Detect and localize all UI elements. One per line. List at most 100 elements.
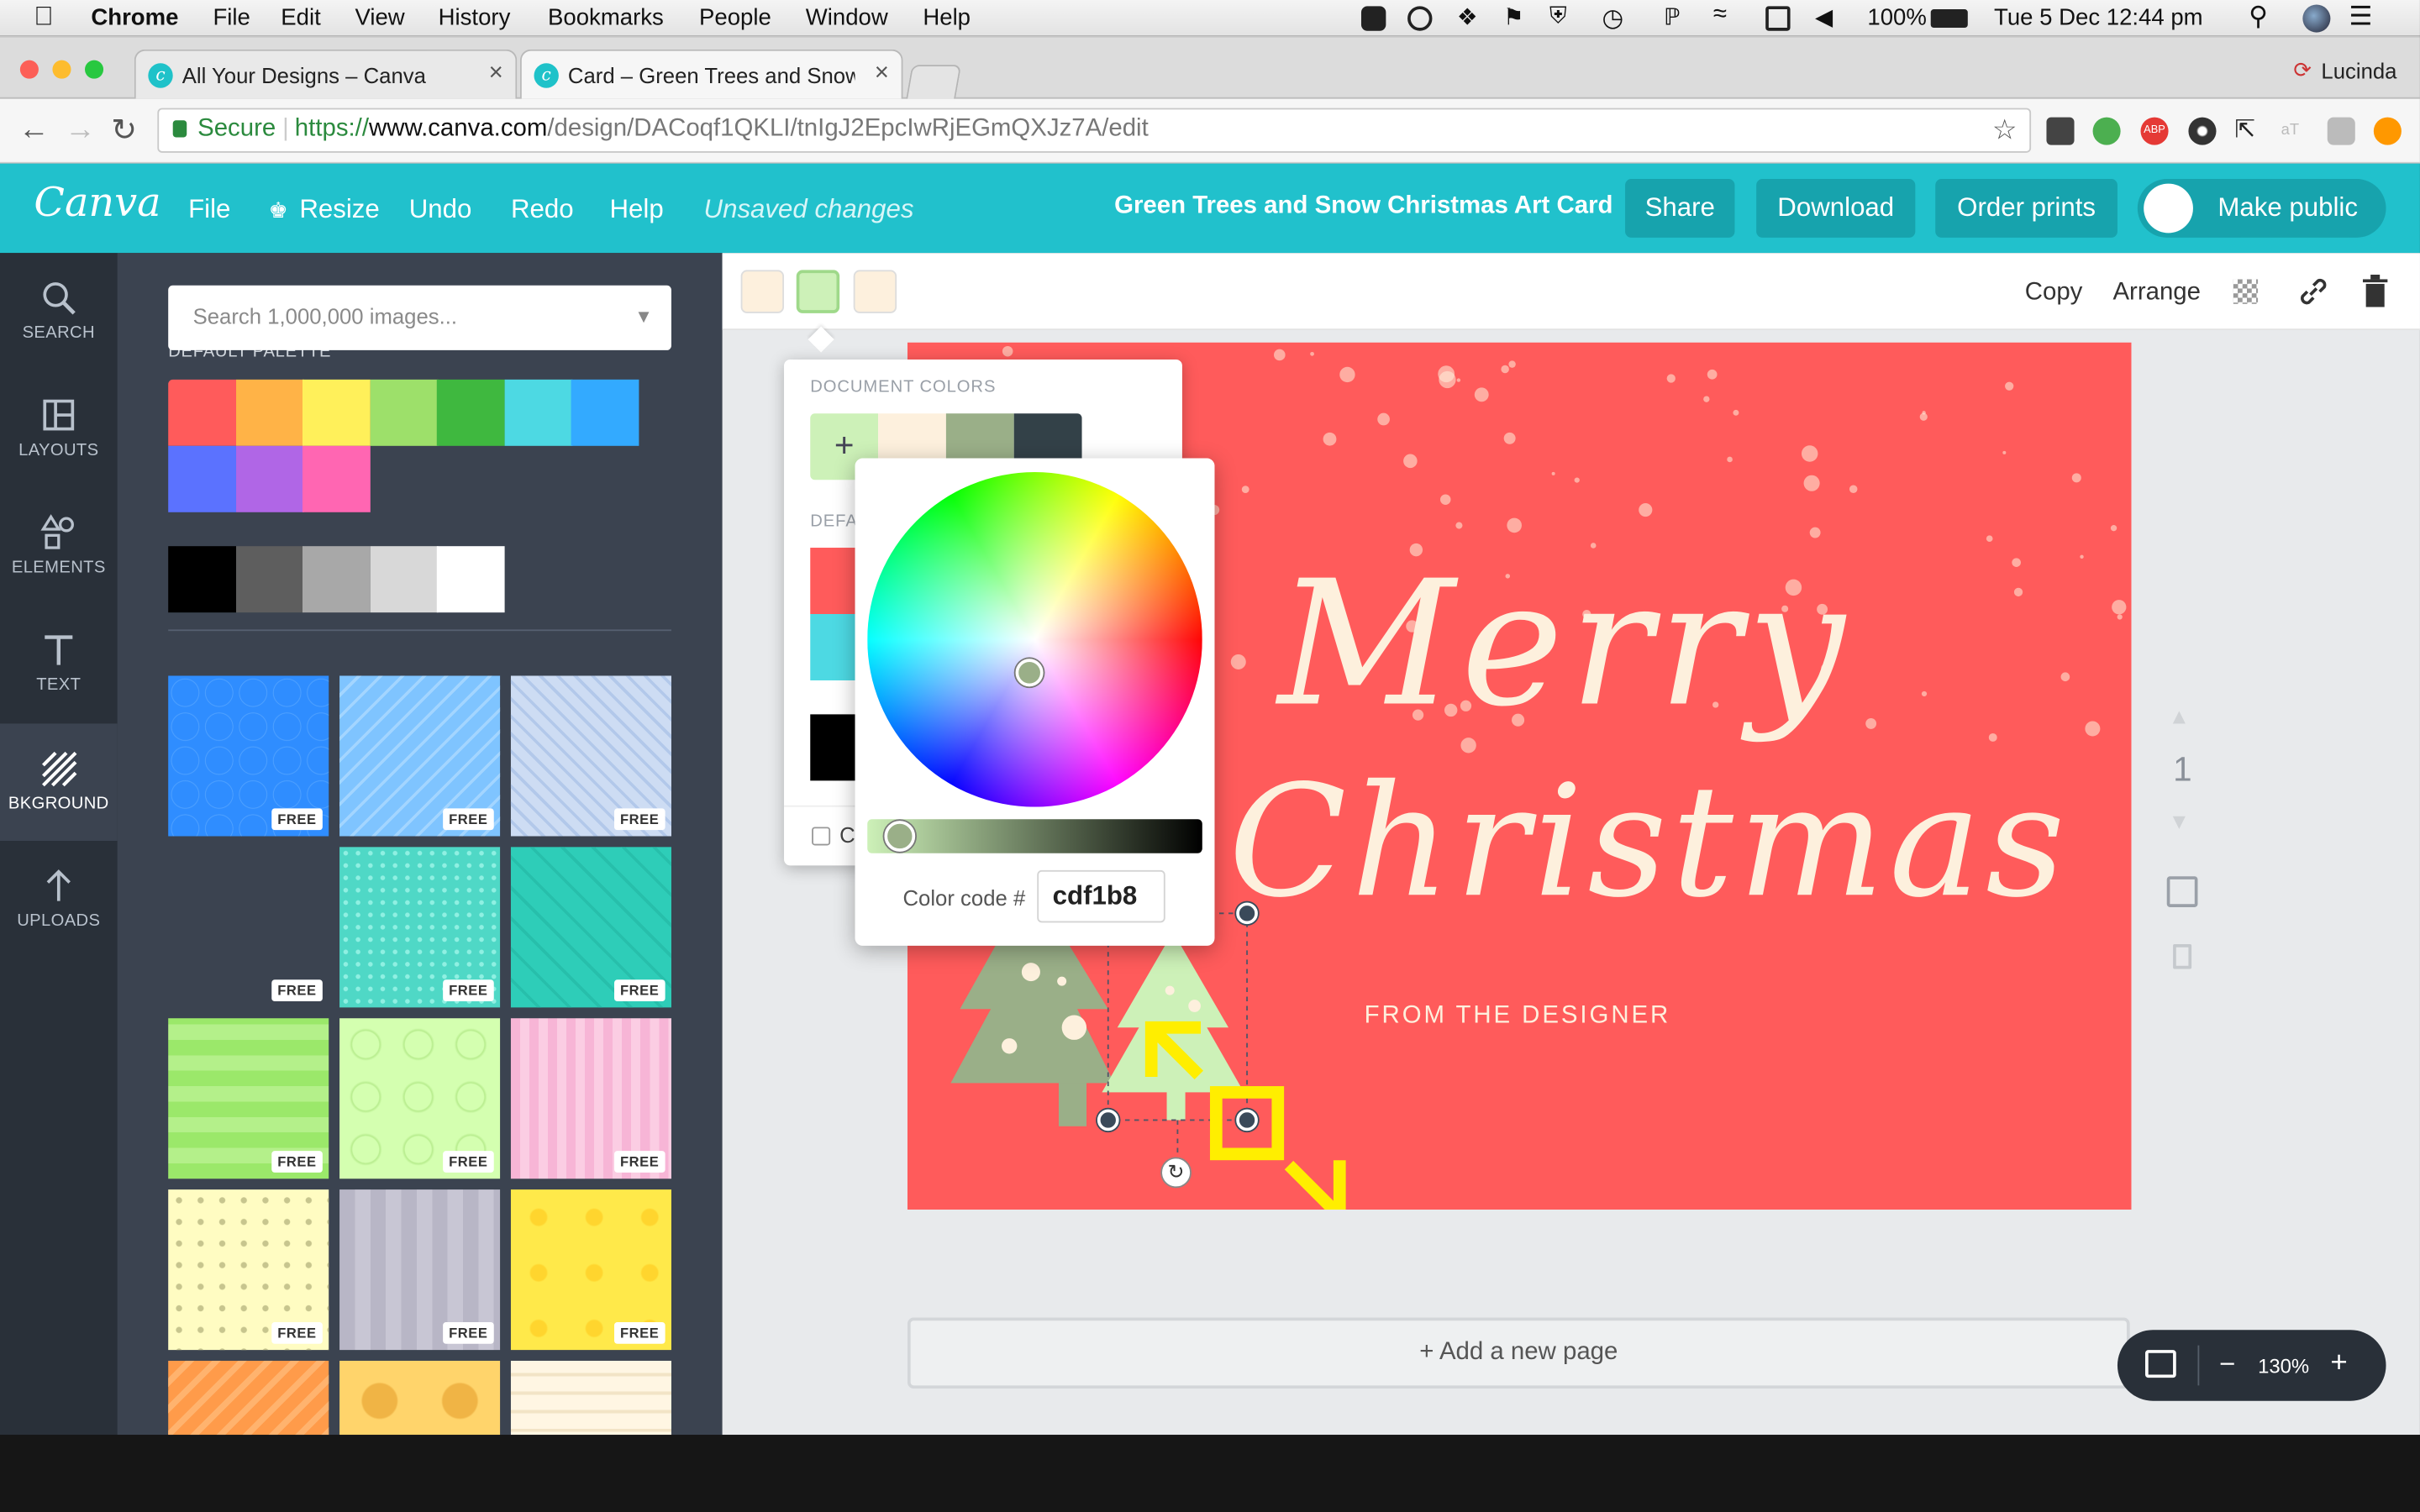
color-swatch-1[interactable] bbox=[740, 270, 785, 313]
resize-button[interactable]: Resize bbox=[299, 194, 379, 225]
chevron-down-icon[interactable]: ▼ bbox=[634, 306, 653, 328]
tab-card[interactable]: c Card – Green Trees and Snow C × bbox=[519, 49, 903, 99]
resize-handle-bottom-left[interactable] bbox=[1097, 1109, 1119, 1131]
trash-icon[interactable] bbox=[2361, 274, 2389, 308]
tab-close-icon[interactable]: × bbox=[489, 60, 503, 88]
resize-ext-icon[interactable]: ⇱ bbox=[2235, 118, 2263, 145]
page-down-icon[interactable]: ▼ bbox=[2169, 808, 2190, 832]
file-menu[interactable]: File bbox=[188, 194, 230, 225]
gray-swatch[interactable] bbox=[369, 546, 438, 613]
checkbox[interactable] bbox=[812, 827, 831, 846]
palette-swatch[interactable] bbox=[302, 445, 371, 512]
nav-uploads[interactable]: UPLOADS bbox=[0, 841, 118, 958]
new-tab-button[interactable] bbox=[906, 65, 962, 99]
image-search-input[interactable]: Search 1,000,000 images... ▼ bbox=[168, 285, 671, 350]
nav-layouts[interactable]: LAYOUTS bbox=[0, 370, 118, 488]
battery-icon[interactable] bbox=[1930, 9, 1968, 29]
background-thumb[interactable]: FREE bbox=[339, 675, 501, 837]
color-wheel[interactable] bbox=[867, 472, 1202, 807]
nav-search[interactable]: SEARCH bbox=[0, 253, 118, 370]
background-thumb[interactable] bbox=[510, 1360, 671, 1436]
background-thumb[interactable]: FREE bbox=[339, 847, 501, 1008]
background-thumb[interactable]: FREE bbox=[168, 1018, 329, 1179]
background-thumb[interactable]: FREE bbox=[339, 1018, 501, 1179]
zoom-out-icon[interactable]: − bbox=[2219, 1348, 2235, 1381]
palette-swatch[interactable] bbox=[369, 379, 438, 446]
menu-window[interactable]: Window bbox=[806, 5, 888, 31]
palette-swatch[interactable] bbox=[436, 379, 505, 446]
color-swatch-3[interactable] bbox=[853, 270, 897, 313]
background-thumb[interactable]: FREE bbox=[510, 847, 671, 1008]
nav-elements[interactable]: ELEMENTS bbox=[0, 487, 118, 605]
adblock-icon[interactable]: ABP bbox=[2140, 117, 2169, 145]
tab-all-designs[interactable]: c All Your Designs – Canva × bbox=[134, 49, 518, 99]
font-ext-icon[interactable]: aT bbox=[2281, 118, 2309, 145]
headline-merry[interactable]: Merry bbox=[1278, 559, 1851, 732]
colorzilla-icon[interactable] bbox=[2188, 117, 2217, 145]
zoom-level[interactable]: 130% bbox=[2258, 1355, 2309, 1378]
zoom-window-icon[interactable] bbox=[85, 60, 104, 79]
close-window-icon[interactable] bbox=[19, 60, 39, 79]
page-up-icon[interactable]: ▲ bbox=[2169, 704, 2190, 728]
background-thumb[interactable]: FREE bbox=[510, 1018, 671, 1179]
link-icon[interactable] bbox=[2296, 275, 2330, 308]
tab-close-icon[interactable]: × bbox=[875, 60, 889, 88]
order-prints-button[interactable]: Order prints bbox=[1935, 179, 2118, 238]
record-icon[interactable] bbox=[1360, 6, 1386, 31]
background-thumb[interactable]: FREE bbox=[339, 1189, 501, 1351]
nav-background[interactable]: BKGROUND bbox=[0, 723, 118, 842]
bluetooth-icon[interactable]: ℙ bbox=[1664, 3, 1680, 31]
download-button[interactable]: Download bbox=[1756, 179, 1916, 238]
gray-swatch[interactable] bbox=[302, 546, 371, 613]
design-title[interactable]: Green Trees and Snow Christmas Art Card bbox=[1114, 193, 1612, 221]
pocket-icon[interactable] bbox=[2046, 117, 2075, 145]
clock[interactable]: Tue 5 Dec 12:44 pm bbox=[1994, 5, 2203, 31]
evernote-icon[interactable] bbox=[2092, 117, 2121, 145]
palette-swatch[interactable] bbox=[571, 379, 639, 446]
wifi-icon[interactable]: ≈ bbox=[1713, 2, 1727, 29]
airplay-icon[interactable] bbox=[1765, 6, 1791, 31]
menu-file[interactable]: File bbox=[213, 5, 250, 31]
present-icon[interactable] bbox=[2145, 1350, 2176, 1378]
dropbox-icon[interactable]: ❖ bbox=[1457, 3, 1478, 31]
undo-button[interactable]: Undo bbox=[409, 194, 472, 225]
color-swatch-2[interactable] bbox=[796, 270, 840, 313]
palette-swatch[interactable] bbox=[503, 379, 572, 446]
bookmark-star-icon[interactable]: ☆ bbox=[1992, 114, 2018, 147]
brightness-slider-handle[interactable] bbox=[884, 821, 916, 852]
shield-icon[interactable]: ⛨ bbox=[1549, 3, 1567, 29]
notification-ext-icon[interactable] bbox=[2373, 117, 2402, 145]
background-thumb[interactable]: FREE bbox=[168, 847, 329, 1007]
address-bar[interactable]: Secure | https://www.canva.com/design/DA… bbox=[157, 108, 2032, 153]
menu-history[interactable]: History bbox=[439, 5, 511, 31]
wheel-picker-handle[interactable] bbox=[1015, 659, 1044, 687]
tag-icon[interactable]: ⚑ bbox=[1503, 3, 1524, 31]
profile-name[interactable]: Lucinda bbox=[2321, 59, 2396, 83]
rotate-handle-icon[interactable]: ↻ bbox=[1160, 1157, 1192, 1189]
palette-swatch[interactable] bbox=[168, 379, 237, 446]
menu-people[interactable]: People bbox=[699, 5, 771, 31]
gray-swatch[interactable] bbox=[235, 546, 303, 613]
gray-swatch[interactable] bbox=[168, 546, 237, 613]
tree-right[interactable] bbox=[1102, 932, 1244, 1093]
menu-view[interactable]: View bbox=[355, 5, 404, 31]
subtitle-text[interactable]: FROM THE DESIGNER bbox=[1365, 1003, 1671, 1031]
palette-swatch[interactable] bbox=[235, 379, 303, 446]
background-thumb[interactable]: FREE bbox=[510, 1189, 671, 1351]
canva-logo[interactable]: Canva bbox=[34, 181, 160, 227]
menu-app-name[interactable]: Chrome bbox=[91, 5, 178, 31]
delete-page-icon[interactable] bbox=[2173, 944, 2192, 969]
color-code-input[interactable]: cdf1b8 bbox=[1037, 869, 1165, 923]
background-thumb[interactable]: FREE bbox=[168, 675, 329, 837]
copy-button[interactable]: Copy bbox=[2025, 279, 2083, 307]
apple-icon[interactable]:  bbox=[34, 2, 53, 33]
resize-handle-bottom-right[interactable] bbox=[1236, 1109, 1258, 1131]
forward-icon[interactable]: → bbox=[65, 113, 96, 148]
palette-swatch[interactable] bbox=[168, 445, 237, 512]
time-machine-icon[interactable]: ◷ bbox=[1602, 3, 1623, 34]
user-avatar-icon[interactable] bbox=[2302, 4, 2331, 33]
menu-edit[interactable]: Edit bbox=[281, 5, 320, 31]
arrange-button[interactable]: Arrange bbox=[2112, 279, 2201, 307]
headline-christmas[interactable]: Christmas bbox=[1228, 764, 2070, 920]
palette-swatch[interactable] bbox=[235, 445, 303, 512]
